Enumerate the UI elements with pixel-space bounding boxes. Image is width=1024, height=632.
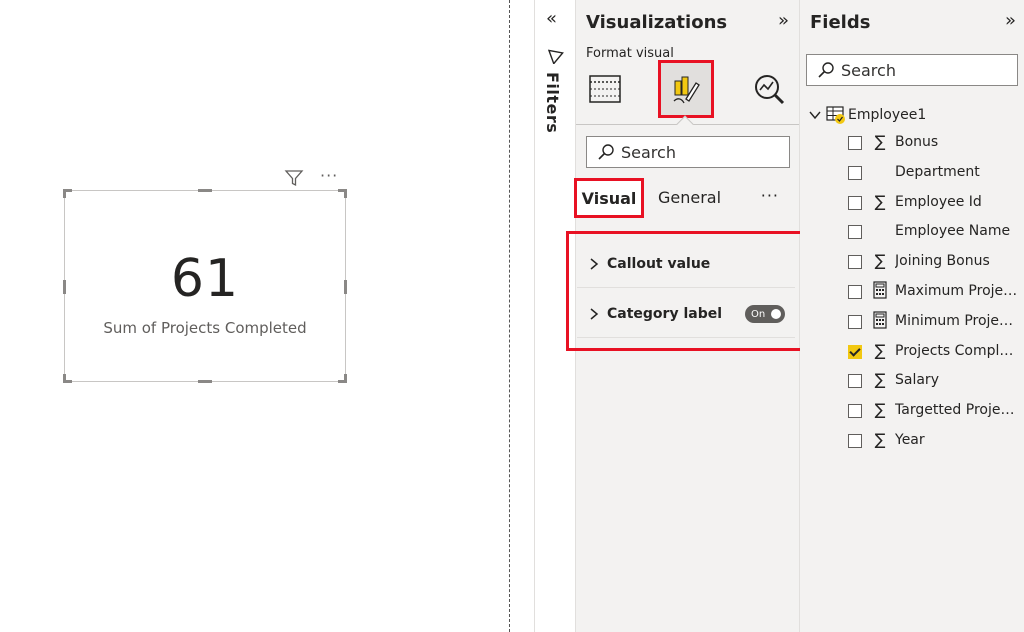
resize-handle-bottom-left[interactable] — [63, 374, 72, 383]
field-name: Projects Complet... — [895, 342, 1019, 359]
sigma-icon: ∑ — [874, 429, 886, 449]
card-visual[interactable]: 61 Sum of Projects Completed — [63, 189, 347, 383]
field-name: Minimum Projects — [895, 312, 1019, 329]
search-icon — [598, 144, 614, 160]
sigma-icon: ∑ — [874, 132, 886, 151]
visualizations-pane: Visualizations » Format visual Visual Ge… — [566, 0, 804, 632]
card-value: 61 — [170, 249, 240, 309]
sigma-icon: ∑ — [874, 251, 886, 271]
field-item[interactable]: ∑ Employee Id — [800, 188, 1024, 218]
format-search-input[interactable] — [621, 142, 771, 162]
field-name: Department — [895, 163, 980, 180]
format-search-box[interactable] — [586, 136, 790, 168]
table-icon — [826, 106, 846, 124]
format-card-category-label[interactable]: Category label On — [577, 290, 795, 338]
field-checkbox[interactable] — [848, 374, 862, 389]
field-checkbox[interactable] — [848, 225, 862, 240]
tab-visual[interactable]: Visual — [574, 178, 644, 218]
tab-selection-notch — [676, 115, 694, 133]
field-checkbox[interactable] — [848, 284, 862, 299]
text-field-icon — [872, 221, 888, 241]
fields-search-input[interactable] — [841, 60, 991, 80]
sigma-icon: ∑ — [874, 400, 886, 420]
field-checkbox[interactable] — [848, 314, 862, 329]
field-item[interactable]: Maximum Projects — [800, 277, 1024, 307]
expand-fields-icon[interactable]: » — [1005, 10, 1016, 31]
visual-header: ··· — [282, 166, 348, 188]
sigma-icon: ∑ — [874, 370, 886, 390]
field-name: Employee Name — [895, 223, 1011, 240]
field-name: Joining Bonus — [895, 253, 990, 270]
field-item[interactable]: Department — [800, 158, 1024, 188]
fields-search-box[interactable] — [806, 54, 1018, 86]
format-cards-highlight: Callout value Category label On — [566, 231, 804, 351]
magnifier-chart-icon[interactable] — [752, 72, 786, 106]
field-item[interactable]: ∑ Targetted Projects — [800, 396, 1024, 426]
format-card-label: Callout value — [607, 255, 711, 272]
collapse-filters-icon[interactable]: « — [546, 8, 557, 29]
resize-handle-top[interactable] — [198, 189, 212, 192]
paintbrush-icon — [673, 76, 700, 104]
sigma-icon: ∑ — [874, 191, 886, 211]
field-checkbox[interactable] — [848, 165, 862, 180]
field-item[interactable]: ∑ Year — [800, 426, 1024, 456]
field-checkbox[interactable] — [848, 404, 862, 419]
category-label-toggle[interactable]: On — [745, 305, 785, 323]
chevron-down-icon[interactable] — [808, 108, 822, 122]
format-card-callout-value[interactable]: Callout value — [577, 240, 795, 288]
field-item[interactable]: ∑ Projects Complet... — [800, 337, 1024, 367]
field-name: Bonus — [895, 134, 939, 150]
resize-handle-bottom[interactable] — [198, 380, 212, 383]
calculator-icon — [872, 281, 888, 301]
more-options-icon[interactable]: ··· — [761, 186, 779, 205]
format-visual-subtitle: Format visual — [586, 46, 674, 61]
resize-handle-bottom-right[interactable] — [338, 374, 347, 383]
filters-title[interactable]: Filters — [543, 72, 562, 133]
search-icon — [818, 62, 834, 78]
canvas-divider — [509, 0, 510, 632]
expand-visualizations-icon[interactable]: » — [778, 10, 789, 31]
field-name: Targetted Projects — [895, 402, 1019, 419]
table-name: Employee1 — [848, 107, 927, 123]
field-checkbox[interactable] — [848, 136, 862, 150]
chevron-right-icon — [590, 257, 599, 270]
funnel-outline-icon — [548, 49, 564, 64]
fields-title: Fields — [810, 12, 871, 33]
chevron-right-icon — [590, 307, 599, 320]
more-options-icon[interactable]: ··· — [320, 166, 338, 185]
field-checkbox[interactable] — [848, 433, 862, 448]
field-item[interactable]: Minimum Projects — [800, 307, 1024, 337]
resize-handle-top-right[interactable] — [338, 189, 347, 198]
resize-handle-top-left[interactable] — [63, 189, 72, 198]
toggle-state-text: On — [751, 308, 766, 320]
format-visual-tab[interactable] — [658, 60, 714, 118]
sigma-icon: ∑ — [874, 340, 886, 360]
field-item[interactable]: ∑ Bonus — [800, 128, 1024, 158]
format-card-label: Category label — [607, 305, 723, 322]
table-employee1[interactable]: Employee1 — [808, 104, 926, 126]
report-canvas[interactable]: ··· 61 Sum of Projects Completed — [0, 0, 510, 632]
field-item[interactable]: ∑ Joining Bonus — [800, 247, 1024, 277]
field-item[interactable]: ∑ Salary — [800, 366, 1024, 396]
field-checkbox[interactable] — [848, 255, 862, 270]
fields-pane: Fields » Employee1 ∑ Bonus Department ∑ Empl… — [800, 0, 1024, 632]
field-checkbox[interactable] — [848, 344, 862, 359]
calculator-icon — [872, 311, 888, 331]
format-tabs: Visual General ··· — [574, 178, 799, 218]
field-name: Employee Id — [895, 193, 982, 210]
funnel-icon[interactable] — [284, 168, 304, 188]
field-name: Year — [895, 431, 925, 448]
field-name: Salary — [895, 372, 939, 389]
field-list: ∑ Bonus Department ∑ Employee Id Employee Nam… — [800, 128, 1024, 456]
visualizations-title: Visualizations — [586, 12, 728, 33]
field-name: Maximum Projects — [895, 282, 1019, 299]
tab-general[interactable]: General — [658, 188, 721, 207]
table-grid-icon[interactable] — [588, 72, 622, 106]
field-item[interactable]: Employee Name — [800, 217, 1024, 247]
toggle-knob — [771, 309, 781, 319]
text-field-icon — [872, 162, 888, 182]
field-checkbox[interactable] — [848, 195, 862, 210]
card-category-label: Sum of Projects Completed — [103, 319, 307, 337]
